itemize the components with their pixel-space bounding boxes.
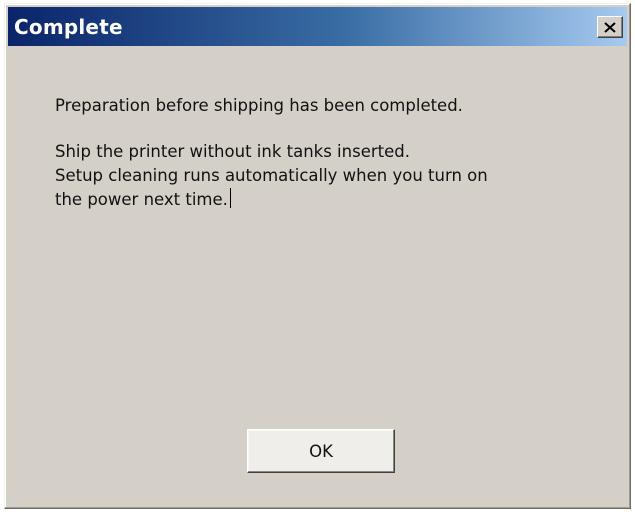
message-area: Preparation before shipping has been com… [55,94,595,212]
message-line-setup: Setup cleaning runs automatically when y… [55,166,488,185]
close-button[interactable] [597,16,623,38]
complete-dialog: Complete Preparation before shipping has… [4,3,631,509]
close-icon [604,21,616,33]
title-bar[interactable]: Complete [8,7,627,46]
message-line-ship: Ship the printer without ink tanks inser… [55,142,410,161]
window-title: Complete [14,15,123,39]
message-line-completed: Preparation before shipping has been com… [55,96,463,115]
text-caret [229,188,231,208]
message-line-power-text: the power next time. [55,190,228,209]
ok-button[interactable]: OK [247,429,395,473]
message-line-power: the power next time. [55,188,595,212]
